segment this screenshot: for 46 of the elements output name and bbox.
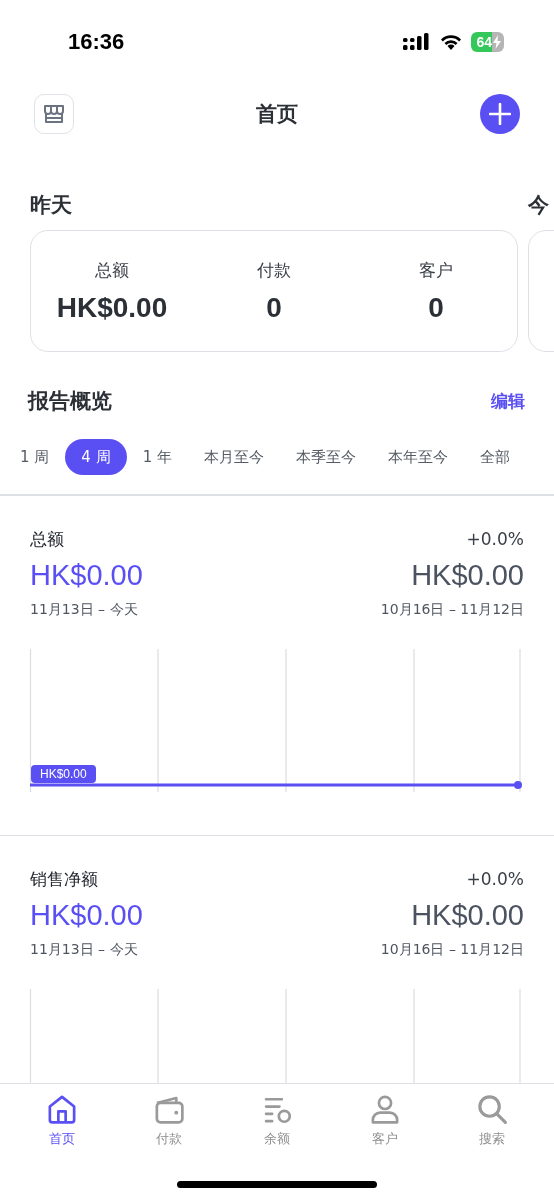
change-percent: +0.0% xyxy=(466,869,524,889)
nav-tab[interactable]: 余额 xyxy=(237,1092,317,1148)
signal-icon xyxy=(403,33,432,51)
period-tab[interactable]: 1 周 xyxy=(4,439,66,475)
stat-label: 付款 xyxy=(257,258,291,282)
period-tab[interactable]: 全部 xyxy=(463,439,526,475)
metric-title: 总额 xyxy=(30,527,64,550)
date-range: 10月16日 – 11月12日 xyxy=(380,599,524,619)
metric-title: 销售净额 xyxy=(30,868,98,890)
plus-icon xyxy=(489,103,511,125)
store-icon xyxy=(42,102,66,126)
period-tab[interactable]: 本年至今 xyxy=(371,439,464,475)
wifi-icon xyxy=(439,33,464,51)
period-tab[interactable]: 本季至今 xyxy=(279,439,372,475)
value-tag: HK$0.00 xyxy=(31,764,96,783)
stat-label: 客户 xyxy=(419,258,453,282)
edit-link[interactable]: 编辑 xyxy=(491,389,525,413)
change-percent: +0.0% xyxy=(466,528,524,549)
stat-value: 0 xyxy=(428,291,444,324)
nav-tab[interactable]: 付款 xyxy=(129,1092,210,1148)
date-range: 11月13日 – 今天 xyxy=(30,940,138,959)
day-heading: 昨天 xyxy=(30,192,73,219)
stat-value: HK$0.00 xyxy=(56,291,168,324)
stat-label: 总额 xyxy=(95,258,129,282)
date-range: 10月16日 – 11月12日 xyxy=(380,940,524,959)
store-button[interactable] xyxy=(34,94,74,134)
period-tab[interactable]: 1 年 xyxy=(126,439,188,475)
stat-value: 0 xyxy=(266,291,282,324)
previous-value: HK$0.00 xyxy=(411,557,524,593)
previous-value: HK$0.00 xyxy=(411,898,524,933)
status-time: 16:36 xyxy=(68,29,125,55)
section-heading: 报告概览 xyxy=(28,388,112,415)
nav-tab[interactable]: 首页 xyxy=(21,1092,102,1148)
page-title: 首页 xyxy=(256,101,298,128)
period-tab[interactable]: 本月至今 xyxy=(187,439,280,475)
current-value: HK$0.00 xyxy=(30,557,143,593)
period-tab[interactable]: 4 周 xyxy=(65,439,127,475)
current-value: HK$0.00 xyxy=(30,898,143,933)
battery-icon: 64 xyxy=(471,32,504,52)
add-button[interactable] xyxy=(480,94,520,134)
summary-card[interactable]: 总额 HK$0.00 付款 0 客户 0 xyxy=(30,230,518,352)
nav-tab[interactable]: 搜索 xyxy=(452,1092,533,1148)
nav-tab[interactable]: 客户 xyxy=(344,1092,425,1148)
date-range: 11月13日 – 今天 xyxy=(30,599,138,619)
search-icon xyxy=(475,1092,510,1126)
day-heading: 今 xyxy=(528,192,550,219)
